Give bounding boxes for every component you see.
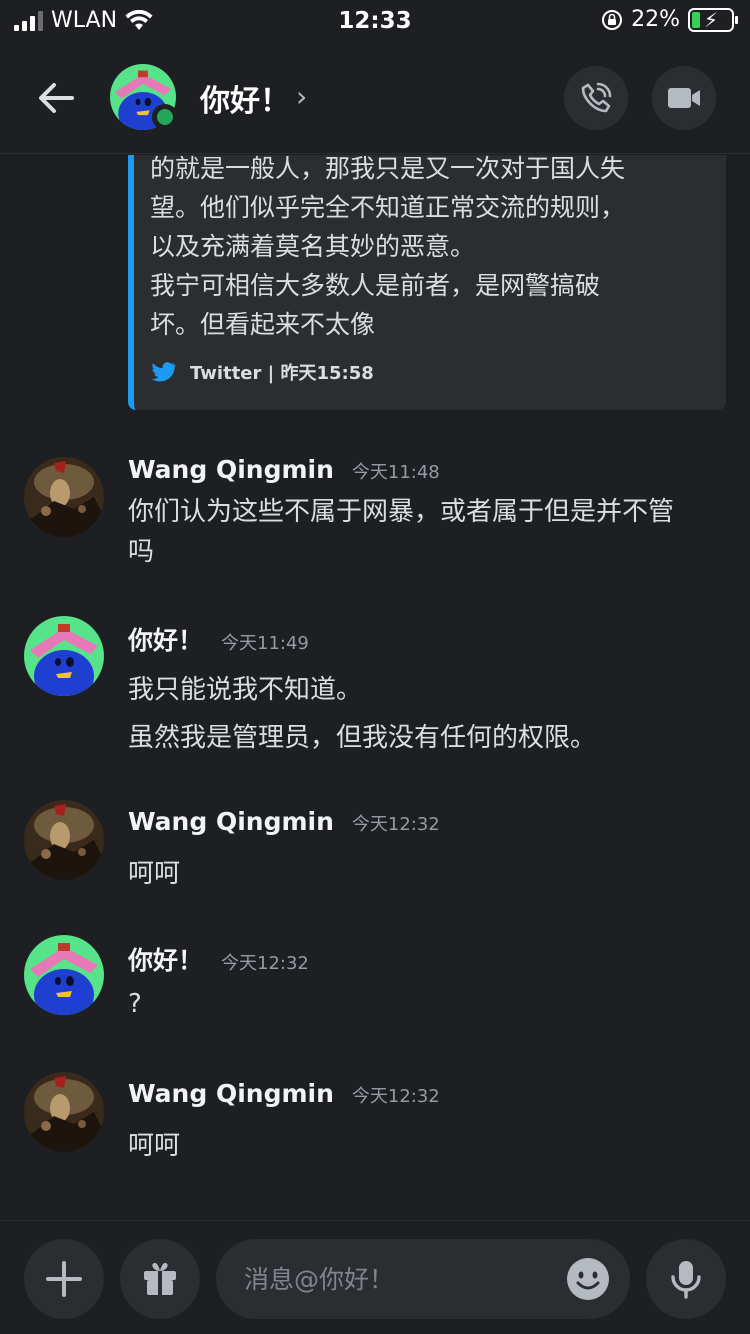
message-text: 你们认为这些不属于网暴，或者属于但是并不管: [128, 497, 675, 527]
author-name[interactable]: Wang Qingmin: [128, 455, 334, 484]
message-text: ?: [128, 989, 142, 1019]
avatar-nihao[interactable]: [24, 616, 104, 696]
painting-avatar-image: [24, 457, 104, 537]
status-bar: WLAN 12:33 22% ⚡: [0, 0, 750, 40]
gift-button[interactable]: [120, 1239, 200, 1319]
twitter-bird-icon: [152, 362, 176, 382]
message-timestamp: 今天11:48: [351, 462, 440, 483]
message-header: Wang Qingmin 今天12:32: [128, 807, 440, 836]
plus-icon: [46, 1261, 82, 1297]
message-text: 虽然我是管理员，但我没有任何的权限。: [128, 723, 597, 753]
author-name[interactable]: 你好！: [128, 941, 203, 977]
battery-icon: ⚡: [688, 7, 738, 32]
message-timestamp: 今天11:49: [221, 633, 309, 654]
embed-line: 坏。但看起来不太像: [150, 310, 376, 339]
avatar-nihao[interactable]: [24, 935, 104, 1015]
message-header: Wang Qingmin 今天12:32: [128, 1079, 440, 1108]
embed-text: 的就是一般人，那我只是又一次对于国人失 望。他们似乎完全不知道正常交流的规则， …: [150, 155, 710, 344]
message-composer: [0, 1220, 750, 1334]
twitter-embed[interactable]: 的就是一般人，那我只是又一次对于国人失 望。他们似乎完全不知道正常交流的规则， …: [128, 155, 726, 410]
message-timestamp: 今天12:32: [221, 953, 309, 974]
back-arrow-icon[interactable]: [34, 76, 78, 120]
avatar-wang-qingmin[interactable]: [24, 457, 104, 537]
duck-avatar-image: [24, 935, 104, 1015]
author-name[interactable]: Wang Qingmin: [128, 1079, 334, 1108]
embed-line: 的就是一般人，那我只是又一次对于国人失: [150, 155, 626, 183]
chevron-right-icon[interactable]: ›: [296, 80, 307, 113]
avatar-wang-qingmin[interactable]: [24, 1072, 104, 1152]
gift-icon: [144, 1262, 176, 1295]
embed-footer: Twitter | 昨天15:58: [152, 359, 374, 385]
embed-line: 望。他们似乎完全不知道正常交流的规则，: [150, 193, 626, 222]
message-header: 你好！ 今天12:32: [128, 941, 309, 977]
message-input-wrapper[interactable]: [216, 1239, 630, 1319]
video-call-button[interactable]: [652, 66, 716, 130]
battery-fill: [692, 11, 700, 28]
message-input[interactable]: [244, 1239, 554, 1319]
message-text: 呵呵: [128, 859, 181, 889]
video-camera-icon: [668, 88, 700, 108]
message-header: 你好！ 今天11:49: [128, 621, 309, 657]
microphone-icon: [671, 1261, 701, 1299]
add-attachment-button[interactable]: [24, 1239, 104, 1319]
message-text: 我只能说我不知道。: [128, 675, 363, 705]
message-timestamp: 今天12:32: [351, 814, 440, 835]
avatar-wang-qingmin[interactable]: [24, 800, 104, 880]
chat-title[interactable]: 你好！: [200, 76, 290, 120]
status-right: 22% ⚡: [601, 7, 738, 32]
painting-avatar-image: [24, 1072, 104, 1152]
chat-header: 你好！ ›: [0, 40, 750, 154]
rotation-lock-icon: [602, 9, 623, 30]
voice-call-button[interactable]: [564, 66, 628, 130]
message-timestamp: 今天12:32: [351, 1086, 440, 1107]
author-name[interactable]: 你好！: [128, 621, 203, 657]
embed-footer-text: Twitter | 昨天15:58: [190, 363, 374, 384]
author-name[interactable]: Wang Qingmin: [128, 807, 334, 836]
message-list[interactable]: 的就是一般人，那我只是又一次对于国人失 望。他们似乎完全不知道正常交流的规则， …: [0, 155, 750, 1220]
painting-avatar-image: [24, 800, 104, 880]
message-header: Wang Qingmin 今天11:48: [128, 455, 440, 484]
online-status-dot: [152, 104, 178, 130]
embed-line: 以及充满着莫名其妙的恶意。: [150, 232, 476, 261]
message-text: 吗: [128, 537, 155, 567]
phone-call-icon: [581, 82, 612, 113]
embed-line: 我宁可相信大多数人是前者，是网警搞破: [150, 271, 601, 300]
battery-percent: 22%: [631, 7, 680, 32]
message-text: 呵呵: [128, 1131, 181, 1161]
emoji-icon[interactable]: [566, 1257, 610, 1301]
duck-avatar-image: [24, 616, 104, 696]
voice-message-button[interactable]: [646, 1239, 726, 1319]
